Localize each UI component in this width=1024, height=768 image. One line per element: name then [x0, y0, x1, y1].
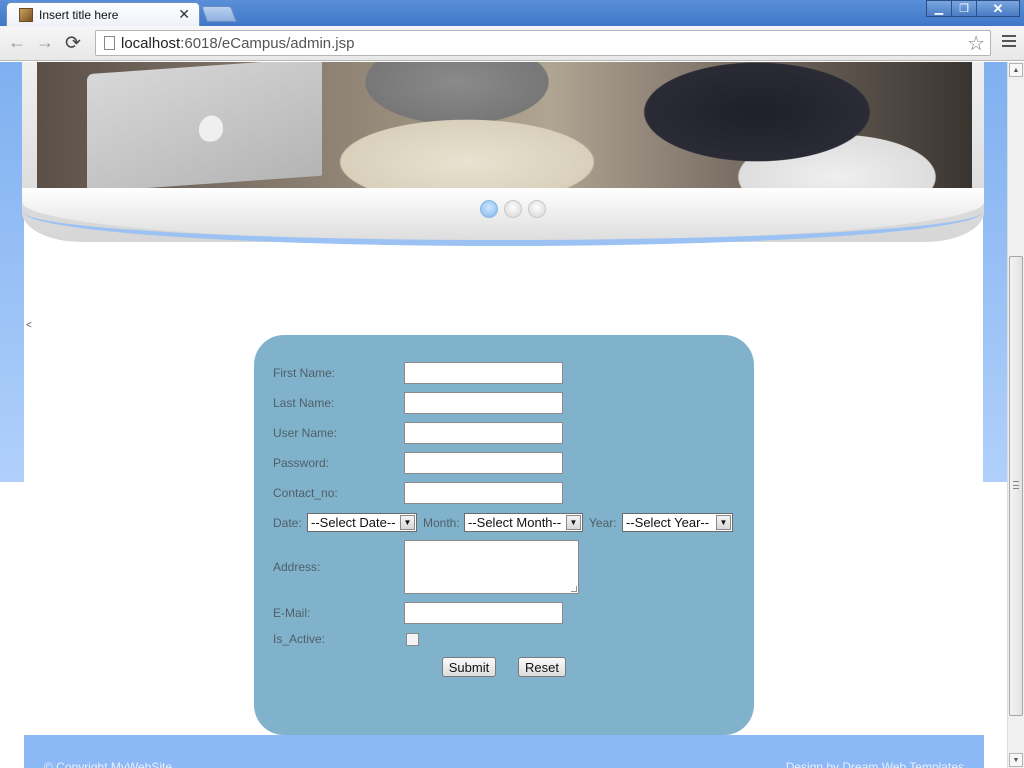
forward-arrow-icon[interactable]: → — [36, 32, 54, 53]
contact-no-label: Contact_no: — [273, 486, 338, 500]
bookmark-star-icon[interactable]: ☆ — [967, 31, 985, 56]
month-label: Month: — [423, 516, 460, 530]
address-textarea[interactable] — [404, 540, 579, 594]
url-host: localhost — [121, 35, 181, 52]
month-select-value: --Select Month-- — [468, 515, 562, 530]
scrollbar-grip-icon — [1013, 481, 1019, 489]
url-text: localhost:6018/eCampus/admin.jsp — [121, 35, 354, 52]
reset-button[interactable]: Reset — [518, 657, 566, 677]
dropdown-arrow-icon: ▼ — [716, 515, 731, 530]
dropdown-arrow-icon: ▼ — [566, 515, 581, 530]
browser-tabstrip: Insert title here ✕ ▁ ❐ ✕ — [0, 0, 1024, 26]
page-favicon-icon — [19, 8, 33, 22]
dropdown-arrow-icon: ▼ — [400, 515, 415, 530]
reload-icon[interactable]: ⟳ — [65, 32, 81, 55]
submit-button[interactable]: Submit — [442, 657, 496, 677]
menu-icon[interactable] — [1002, 35, 1016, 49]
apple-logo-icon — [199, 114, 223, 143]
back-arrow-icon[interactable]: ← — [8, 32, 26, 53]
first-name-label: First Name: — [273, 366, 336, 380]
user-name-input[interactable] — [404, 422, 563, 444]
scroll-up-arrow-icon[interactable]: ▲ — [1009, 63, 1023, 77]
browser-toolbar: ← → ⟳ localhost:6018/eCampus/admin.jsp ☆ — [0, 26, 1024, 61]
minimize-button[interactable]: ▁ — [926, 0, 952, 17]
page-background-left — [0, 62, 24, 482]
vertical-scrollbar[interactable]: ▲ ▼ — [1007, 62, 1024, 768]
footer-copyright: © Copyright MyWebSite — [44, 760, 172, 768]
url-path: :6018/eCampus/admin.jsp — [180, 35, 355, 52]
is-active-checkbox[interactable] — [406, 633, 419, 646]
date-label: Date: — [273, 516, 302, 530]
email-label: E-Mail: — [273, 606, 311, 620]
email-input[interactable] — [404, 602, 563, 624]
laptop-image — [87, 62, 322, 193]
page-footer: © Copyright MyWebSite Design by Dream We… — [24, 735, 984, 768]
address-bar[interactable]: localhost:6018/eCampus/admin.jsp ☆ — [95, 30, 991, 56]
scrollbar-thumb[interactable] — [1009, 256, 1023, 716]
admin-form-panel: First Name: Last Name: User Name: Passwo… — [254, 335, 754, 735]
window-controls: ▁ ❐ ✕ — [926, 0, 1020, 18]
last-name-label: Last Name: — [273, 396, 335, 410]
address-label: Address: — [273, 560, 321, 574]
stray-mark: < — [26, 320, 32, 331]
is-active-label: Is_Active: — [273, 632, 326, 646]
date-select[interactable]: --Select Date-- ▼ — [307, 513, 417, 532]
contact-no-input[interactable] — [404, 482, 563, 504]
password-label: Password: — [273, 456, 330, 470]
slider-photo — [37, 62, 972, 193]
page-background-right — [983, 62, 1007, 482]
year-select[interactable]: --Select Year-- ▼ — [622, 513, 733, 532]
year-select-value: --Select Year-- — [626, 515, 710, 530]
year-label: Year: — [589, 516, 617, 530]
page-viewport: < First Name: Last Name: User Name: Pass… — [0, 62, 1007, 768]
tab-close-icon[interactable]: ✕ — [178, 6, 190, 23]
page-icon — [104, 36, 115, 50]
user-name-label: User Name: — [273, 426, 338, 440]
restore-button[interactable]: ❐ — [951, 0, 977, 17]
month-select[interactable]: --Select Month-- ▼ — [464, 513, 583, 532]
resize-handle-icon[interactable] — [571, 586, 577, 592]
date-select-value: --Select Date-- — [311, 515, 396, 530]
password-input[interactable] — [404, 452, 563, 474]
scroll-down-arrow-icon[interactable]: ▼ — [1009, 753, 1023, 767]
first-name-input[interactable] — [404, 362, 563, 384]
new-tab-button[interactable] — [201, 6, 237, 22]
footer-credit[interactable]: Design by Dream Web Templates — [786, 760, 964, 768]
browser-tab[interactable]: Insert title here ✕ — [6, 2, 200, 26]
close-window-button[interactable]: ✕ — [976, 0, 1020, 17]
tab-title: Insert title here — [39, 8, 119, 22]
last-name-input[interactable] — [404, 392, 563, 414]
